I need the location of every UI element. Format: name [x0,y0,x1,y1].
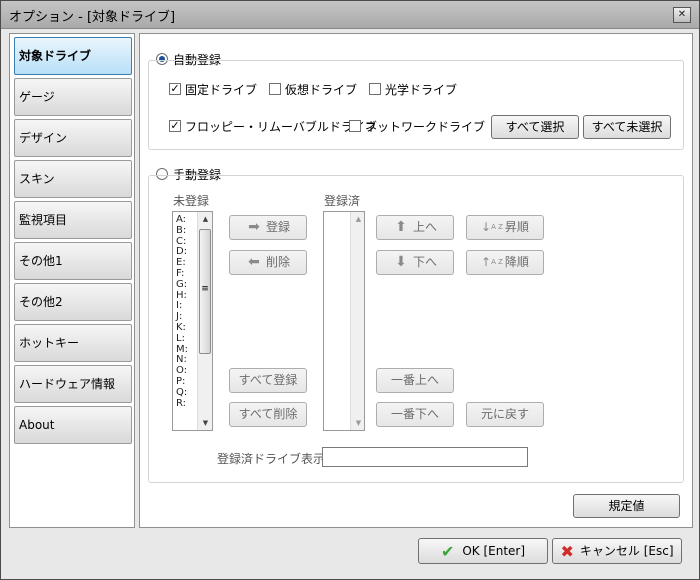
drive-items: A: B: C: D: E: F: G: H: I: J: K: L: M: N: O: P: Q: R: [176,214,188,410]
defaults-button[interactable]: 規定値 [573,494,680,518]
arrow-up-icon: ⬆ [395,219,407,235]
registered-drive-list[interactable]: ▲ ▼ [323,211,365,431]
remove-button-label: 削除 [265,255,290,269]
virtual-drive-checkbox[interactable] [269,83,281,95]
drive-list-item[interactable]: L: [176,333,188,345]
remove-all-button[interactable]: すべて削除 [229,402,307,427]
sidebar-item-gauge[interactable]: ゲージ [14,78,132,116]
scroll-up-icon[interactable]: ▲ [351,212,366,226]
sort-descending-button[interactable]: ↑A Z 降順 [466,250,544,275]
virtual-drive-label: 仮想ドライブ [285,83,358,97]
move-down-label: 下へ [412,255,437,269]
scroll-down-icon[interactable]: ▼ [351,416,366,430]
options-window: オプション - [対象ドライブ] ✕ 対象ドライブ ゲージ デザイン スキン 監… [0,0,700,580]
registered-display-label: 登録済ドライブ表示 [217,452,326,466]
fixed-drive-checkbox[interactable]: ✓ [169,83,181,95]
sidebar-item-monitor[interactable]: 監視項目 [14,201,132,239]
move-bottom-button[interactable]: 一番下へ [376,402,454,427]
move-top-button[interactable]: 一番上へ [376,368,454,393]
sort-descending-icon: ↑A Z [481,255,503,269]
optical-drive-label: 光学ドライブ [385,83,458,97]
unregistered-drive-list[interactable]: A: B: C: D: E: F: G: H: I: J: K: L: M: N: O: P: Q: R: ▲ ≡… [172,211,213,431]
ok-button[interactable]: ✔ OK [Enter] [418,538,548,564]
close-button[interactable]: ✕ [673,7,691,23]
sidebar-item-other2[interactable]: その他2 [14,283,132,321]
drive-list-item[interactable]: Q: [176,387,188,399]
unregistered-scrollbar[interactable]: ▲ ≡ ▼ [197,212,212,430]
registered-display-field[interactable] [322,447,528,467]
ok-button-label: OK [Enter] [462,544,526,558]
close-icon: ✕ [677,9,687,20]
title-bar[interactable]: オプション - [対象ドライブ] ✕ [1,1,699,29]
cancel-button-label: キャンセル [Esc] [579,544,674,558]
scroll-down-icon[interactable]: ▼ [198,416,213,430]
drive-list-item[interactable]: R: [176,398,188,410]
settings-sidebar: 対象ドライブ ゲージ デザイン スキン 監視項目 その他1 その他2 ホットキー… [9,33,135,528]
sort-descending-label: 降順 [504,255,529,269]
register-all-button[interactable]: すべて登録 [229,368,307,393]
sidebar-item-other1[interactable]: その他1 [14,242,132,280]
network-drive-label: ネットワークドライブ [365,120,486,134]
sidebar-item-design[interactable]: デザイン [14,119,132,157]
move-down-button[interactable]: ⬇ 下へ [376,250,454,275]
remove-button[interactable]: ⬅ 削除 [229,250,307,275]
move-up-button[interactable]: ⬆ 上へ [376,215,454,240]
drive-list-item[interactable]: B: [176,225,188,237]
optical-drive-checkbox[interactable] [369,83,381,95]
sort-ascending-icon: ↓A Z [481,220,503,234]
sidebar-item-hardware[interactable]: ハードウェア情報 [14,365,132,403]
sort-ascending-label: 昇順 [504,220,529,234]
sidebar-item-skin[interactable]: スキン [14,160,132,198]
scroll-up-icon[interactable]: ▲ [198,212,213,226]
deselect-all-button[interactable]: すべて未選択 [583,115,671,139]
drive-list-item[interactable]: G: [176,279,188,291]
cancel-x-icon: ✖ [560,541,574,561]
network-drive-checkbox[interactable] [349,120,361,132]
scroll-thumb[interactable]: ≡ [199,229,211,354]
sidebar-item-about[interactable]: About [14,406,132,444]
check-icon: ✔ [440,541,455,561]
reset-order-button[interactable]: 元に戻す [466,402,544,427]
arrow-left-icon: ⬅ [248,254,260,270]
register-button[interactable]: ➡ 登録 [229,215,307,240]
move-up-label: 上へ [412,220,437,234]
cancel-button[interactable]: ✖ キャンセル [Esc] [552,538,682,564]
sidebar-item-hotkey[interactable]: ホットキー [14,324,132,362]
fixed-drive-label: 固定ドライブ [185,83,258,97]
registered-scrollbar[interactable]: ▲ ▼ [350,212,364,430]
sort-ascending-button[interactable]: ↓A Z 昇順 [466,215,544,240]
select-all-button[interactable]: すべて選択 [491,115,579,139]
window-title: オプション - [対象ドライブ] [9,10,176,25]
settings-panel: 自動登録 ✓ 固定ドライブ 仮想ドライブ 光学ドライブ ✓ フロッピー・リムーバ… [139,33,693,528]
removable-drive-checkbox[interactable]: ✓ [169,120,181,132]
unregistered-label: 未登録 [173,194,210,208]
registered-label: 登録済 [324,194,361,208]
sidebar-item-target-drive[interactable]: 対象ドライブ [14,37,132,75]
register-button-label: 登録 [265,220,290,234]
arrow-right-icon: ➡ [248,219,260,235]
arrow-down-icon: ⬇ [395,254,407,270]
